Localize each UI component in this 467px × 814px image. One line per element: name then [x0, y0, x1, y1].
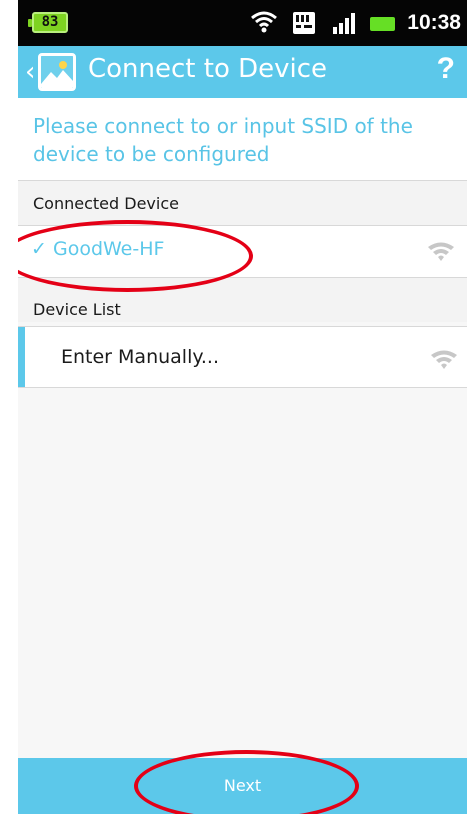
phone-screen: 83 10:38 ‹ Connect to Device ? Please co…: [0, 0, 467, 814]
instruction-panel: Please connect to or input SSID of the d…: [18, 98, 467, 180]
status-bar: 83 10:38: [18, 0, 467, 46]
instruction-text: Please connect to or input SSID of the d…: [33, 114, 413, 166]
device-name: GoodWe-HF: [52, 238, 165, 260]
status-icons: 10:38: [250, 0, 461, 46]
back-icon[interactable]: ‹: [25, 59, 35, 85]
wifi-icon: [428, 242, 454, 261]
connected-device-name: ✓ GoodWe-HF: [31, 238, 164, 260]
connected-device-label: Connected Device: [33, 194, 179, 213]
signal-strength-icon: [333, 13, 356, 34]
device-list-label: Device List: [33, 300, 121, 319]
app-bar: ‹ Connect to Device ?: [18, 46, 467, 98]
page-title: Connect to Device: [88, 54, 328, 84]
left-margin: [0, 0, 18, 814]
data-network-icon: [293, 12, 316, 34]
check-icon: ✓: [31, 238, 47, 260]
enter-manually-label: Enter Manually...: [61, 346, 220, 368]
help-icon[interactable]: ?: [437, 52, 455, 86]
next-button[interactable]: Next: [18, 758, 467, 814]
manual-row-divider: [18, 387, 467, 388]
status-time: 10:38: [407, 11, 461, 34]
selection-indicator: [18, 327, 25, 387]
screen: 83 10:38 ‹ Connect to Device ? Please co…: [18, 0, 467, 814]
wifi-status-icon: [251, 11, 278, 33]
battery-indicator: 83: [28, 12, 68, 33]
app-image-icon: [38, 53, 76, 91]
connected-device-row[interactable]: ✓ GoodWe-HF: [18, 226, 467, 278]
battery-icon: [370, 16, 396, 31]
connected-device-header: Connected Device: [18, 181, 467, 225]
wifi-icon-manual: [431, 350, 457, 369]
enter-manually-row[interactable]: Enter Manually...: [18, 327, 467, 387]
landscape-image-icon: [41, 56, 73, 88]
device-list-header: Device List: [18, 278, 467, 322]
